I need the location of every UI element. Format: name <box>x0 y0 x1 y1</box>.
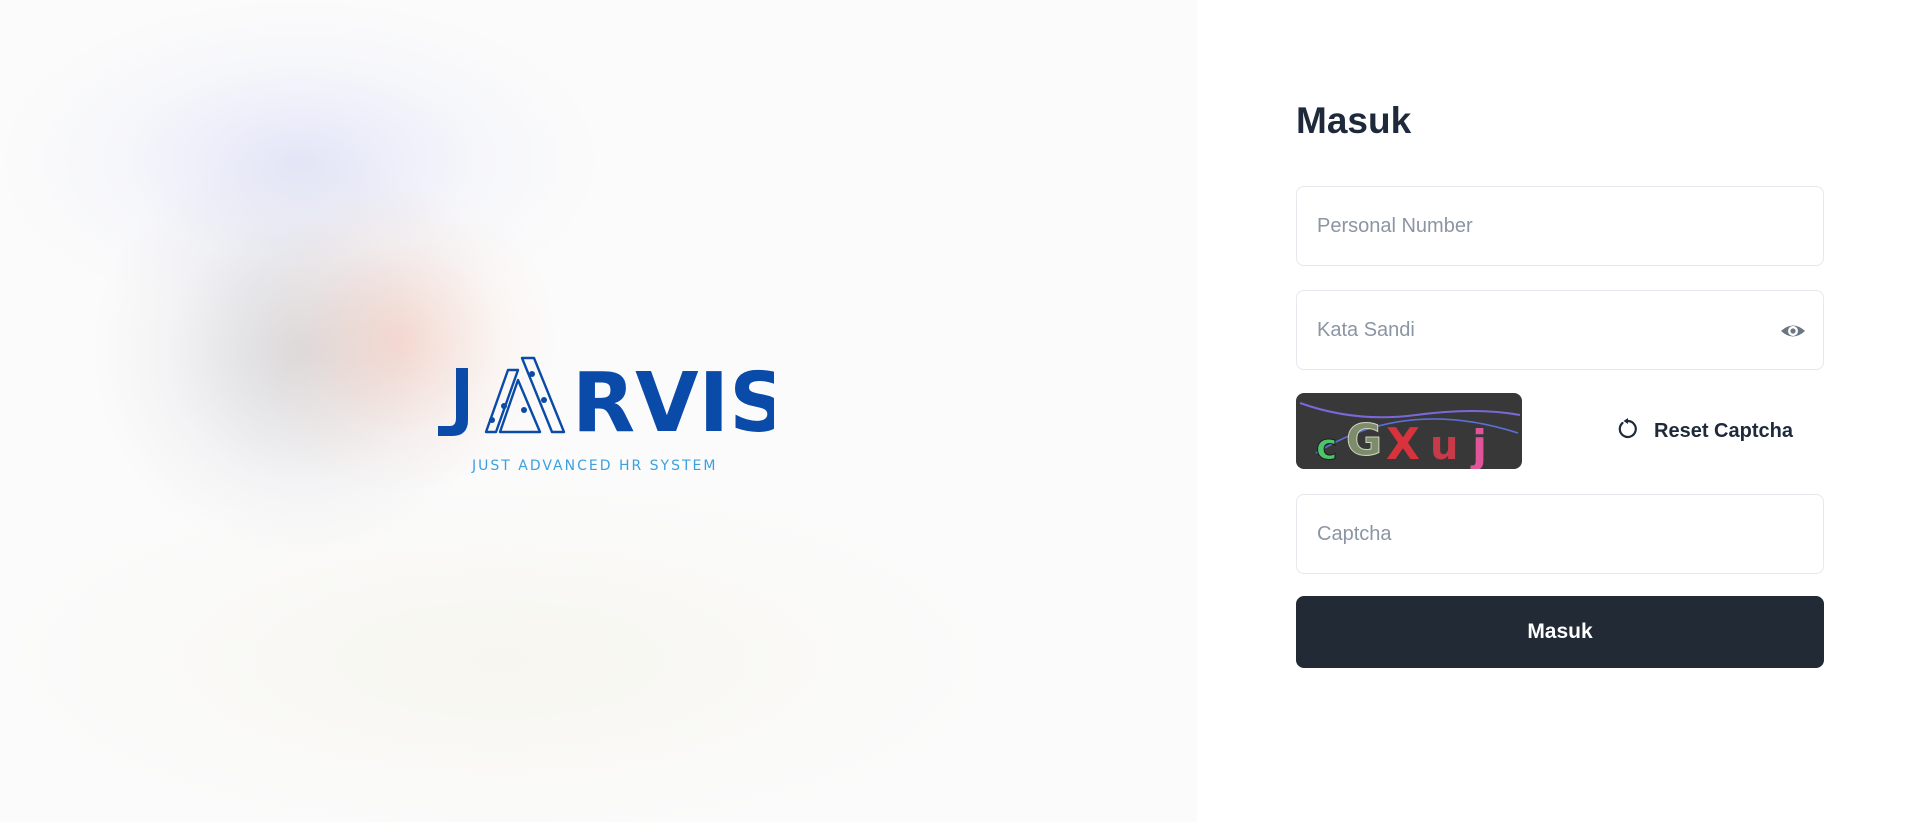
captcha-input[interactable] <box>1317 495 1757 573</box>
brand-panel: RVIS JUST ADVANCED HR SYSTEM <box>0 0 1197 822</box>
personal-number-input[interactable] <box>1317 187 1757 265</box>
captcha-field <box>1296 494 1824 574</box>
svg-text:j: j <box>1470 421 1487 469</box>
page-title: Masuk <box>1296 100 1412 141</box>
reset-captcha-button[interactable]: Reset Captcha <box>1612 411 1797 451</box>
brand-tagline: JUST ADVANCED HR SYSTEM <box>472 458 718 474</box>
reset-captcha-label: Reset Captcha <box>1654 419 1793 442</box>
svg-text:c: c <box>1316 427 1337 468</box>
captcha-row: c G X u j Reset Captcha <box>1296 393 1824 469</box>
password-input[interactable] <box>1317 291 1757 369</box>
logo-text-rvis: RVIS <box>572 356 774 440</box>
jarvis-logo: RVIS JUST ADVANCED HR SYSTEM <box>434 350 774 480</box>
svg-text:X: X <box>1386 419 1420 469</box>
personal-number-field <box>1296 186 1824 266</box>
background-blur-cream <box>0 480 1000 822</box>
refresh-icon <box>1616 417 1640 446</box>
login-submit-label: Masuk <box>1527 620 1593 643</box>
eye-icon[interactable] <box>1779 317 1807 345</box>
login-form: Masuk c G X u j <box>1296 0 1824 822</box>
password-field <box>1296 290 1824 370</box>
captcha-image: c G X u j <box>1296 393 1522 469</box>
svg-text:u: u <box>1430 423 1458 469</box>
login-submit-button[interactable]: Masuk <box>1296 596 1824 668</box>
svg-text:G: G <box>1346 415 1382 466</box>
jarvis-wordmark: RVIS <box>438 356 774 440</box>
